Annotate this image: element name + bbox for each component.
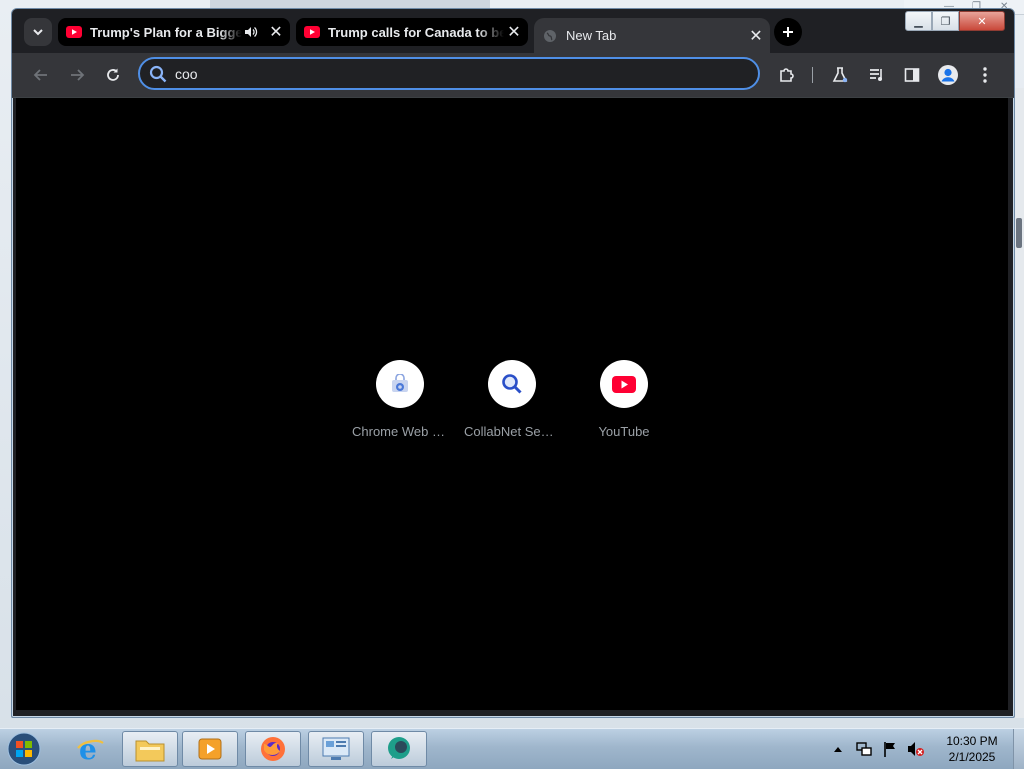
plus-icon bbox=[783, 27, 793, 37]
system-tray: 10:30 PM 2/1/2025 bbox=[825, 729, 1024, 769]
new-tab-button[interactable] bbox=[774, 18, 802, 46]
shortcut-tile bbox=[488, 360, 536, 408]
firefox-icon bbox=[261, 737, 285, 761]
side-panel-icon bbox=[904, 68, 920, 82]
shortcut-label: CollabNet Search bbox=[464, 424, 560, 439]
omnibox[interactable] bbox=[138, 57, 760, 90]
puzzle-icon bbox=[780, 68, 794, 82]
close-tab-icon[interactable]: ✕ bbox=[746, 26, 766, 46]
media-player-icon bbox=[198, 738, 222, 760]
taskbar-internet-explorer[interactable]: e bbox=[62, 731, 118, 767]
shortcut-chrome-web-store[interactable]: Chrome Web Store bbox=[344, 360, 456, 439]
close-icon: ✕ bbox=[977, 15, 987, 28]
taskbar-media-player[interactable] bbox=[182, 731, 238, 767]
menu-button[interactable] bbox=[972, 62, 998, 88]
tab-title: Trump's Plan for a Bigger America bbox=[90, 24, 242, 40]
caret-up-icon bbox=[834, 747, 842, 752]
close-window-button[interactable]: ✕ bbox=[959, 11, 1005, 31]
speaker-icon[interactable] bbox=[242, 26, 260, 38]
tab-new-tab[interactable]: New Tab ✕ bbox=[534, 18, 770, 53]
extensions-button[interactable] bbox=[774, 62, 800, 88]
flag-icon bbox=[884, 742, 895, 757]
taskbar-file-explorer[interactable] bbox=[122, 731, 178, 767]
minimize-button[interactable]: ▁ bbox=[905, 11, 932, 31]
chat-bubble-icon bbox=[388, 737, 410, 759]
tray-action-center[interactable] bbox=[881, 740, 899, 758]
internet-explorer-icon: e bbox=[77, 734, 104, 764]
tray-volume[interactable] bbox=[907, 740, 925, 758]
kebab-menu-icon bbox=[983, 67, 987, 83]
shortcut-tile bbox=[600, 360, 648, 408]
taskbar-clock[interactable]: 10:30 PM 2/1/2025 bbox=[937, 733, 1007, 765]
youtube-icon bbox=[304, 24, 320, 40]
clock-date: 2/1/2025 bbox=[948, 750, 996, 764]
avatar-icon bbox=[938, 65, 958, 85]
start-button[interactable] bbox=[4, 731, 44, 767]
tray-network[interactable] bbox=[855, 740, 873, 758]
arrow-right-icon bbox=[71, 69, 85, 81]
control-panel-icon bbox=[322, 737, 350, 760]
shortcut-label: Chrome Web Store bbox=[352, 424, 448, 439]
scrollbar-thumb[interactable] bbox=[1016, 218, 1022, 248]
taskbar-messaging-app[interactable] bbox=[371, 731, 427, 767]
youtube-icon bbox=[66, 24, 82, 40]
new-tab-page: Chrome Web Store CollabNet Search YouTub… bbox=[16, 98, 1008, 710]
browser-window: Trump's Plan for a Bigger America ✕ Trum… bbox=[11, 8, 1015, 718]
tab-search-button[interactable] bbox=[24, 18, 52, 46]
clock-time: 10:30 PM bbox=[946, 734, 998, 748]
shortcut-tile bbox=[376, 360, 424, 408]
show-desktop-button[interactable] bbox=[1013, 729, 1024, 769]
folder-icon bbox=[135, 740, 165, 762]
forward-button[interactable] bbox=[64, 62, 90, 88]
back-button[interactable] bbox=[28, 62, 54, 88]
side-panel-button[interactable] bbox=[899, 62, 925, 88]
reload-button[interactable] bbox=[100, 62, 126, 88]
shortcut-youtube[interactable]: YouTube bbox=[568, 360, 680, 439]
windows-orb-icon bbox=[7, 732, 41, 766]
network-icon bbox=[856, 742, 872, 756]
window-controls: ▁ ❐ ✕ bbox=[905, 11, 1005, 31]
minimize-icon: ▁ bbox=[914, 15, 923, 28]
search-icon bbox=[147, 63, 169, 85]
labs-button[interactable] bbox=[827, 62, 853, 88]
flask-icon bbox=[832, 67, 848, 83]
magnifier-icon bbox=[502, 374, 522, 394]
youtube-icon bbox=[612, 375, 636, 393]
tab-title: Trump calls for Canada to become the 51s… bbox=[328, 24, 504, 40]
taskbar-firefox[interactable] bbox=[245, 731, 301, 767]
browser-toolbar bbox=[12, 53, 1014, 98]
maximize-icon: ❐ bbox=[940, 15, 951, 28]
volume-muted-icon bbox=[908, 742, 924, 756]
show-hidden-icons-button[interactable] bbox=[829, 740, 847, 758]
profile-button[interactable] bbox=[935, 62, 961, 88]
tab-trumps-plan[interactable]: Trump's Plan for a Bigger America ✕ bbox=[58, 18, 290, 46]
arrow-left-icon bbox=[33, 69, 47, 81]
playlist-icon bbox=[870, 69, 882, 81]
globe-icon bbox=[542, 28, 558, 44]
omnibox-input[interactable] bbox=[175, 65, 715, 82]
svg-text:e: e bbox=[79, 734, 97, 764]
close-tab-icon[interactable]: ✕ bbox=[504, 22, 524, 42]
toolbar-separator bbox=[812, 67, 813, 83]
chevron-down-icon bbox=[33, 29, 43, 36]
shortcut-label: YouTube bbox=[598, 424, 650, 439]
tab-trump-calls-canada[interactable]: Trump calls for Canada to become the 51s… bbox=[296, 18, 528, 46]
maximize-button[interactable]: ❐ bbox=[932, 11, 959, 31]
close-tab-icon[interactable]: ✕ bbox=[266, 22, 286, 42]
shortcut-collabnet-search[interactable]: CollabNet Search bbox=[456, 360, 568, 439]
taskbar: e 10:30 PM 2/1/2025 bbox=[0, 728, 1024, 769]
chrome-web-store-icon bbox=[392, 374, 408, 392]
taskbar-control-panel[interactable] bbox=[308, 731, 364, 767]
media-controls-button[interactable] bbox=[864, 62, 890, 88]
reload-icon bbox=[107, 68, 119, 81]
tab-strip: Trump's Plan for a Bigger America ✕ Trum… bbox=[12, 9, 1014, 53]
tab-title: New Tab bbox=[566, 28, 617, 43]
